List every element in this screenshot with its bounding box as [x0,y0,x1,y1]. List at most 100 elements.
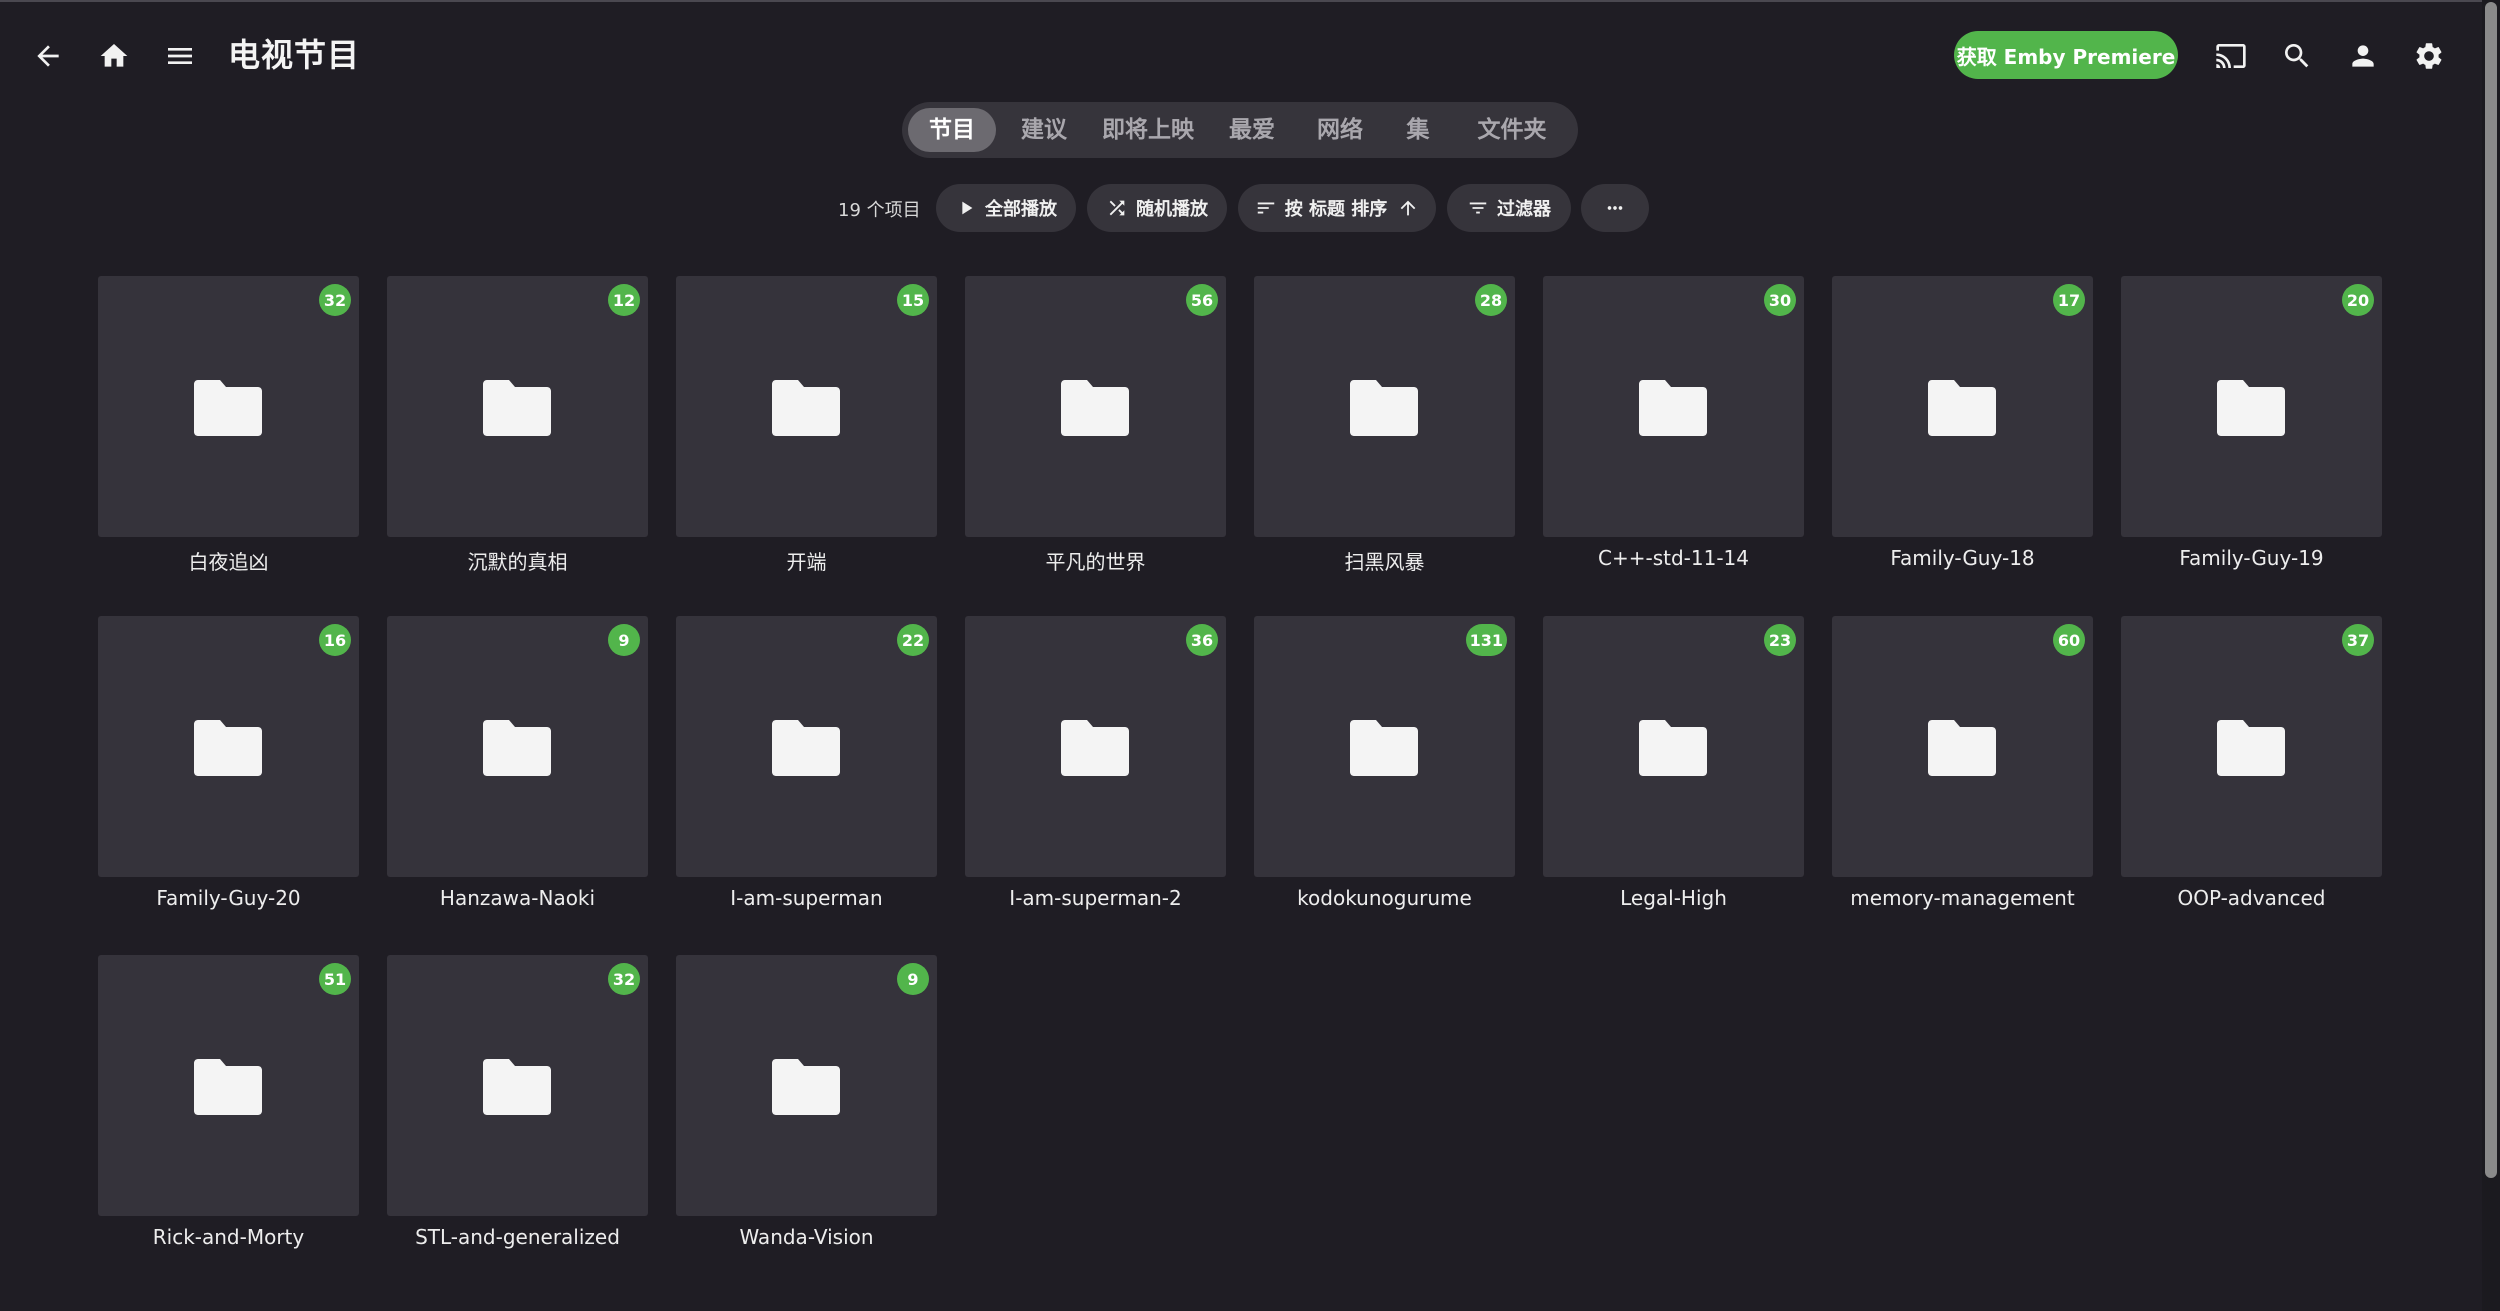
folder-thumbnail[interactable]: 51 [98,955,359,1216]
tab-networks[interactable]: 网络 [1300,108,1380,152]
play-icon [962,201,973,215]
folder-thumbnail[interactable]: 15 [676,276,937,537]
folder-thumbnail[interactable]: 37 [2121,616,2382,877]
folder-icon [772,720,840,776]
unplayed-count-badge: 15 [897,284,929,316]
more-options-button[interactable] [1581,184,1649,232]
unplayed-count-badge: 12 [608,284,640,316]
folder-thumbnail[interactable]: 28 [1254,276,1515,537]
search-button[interactable] [2269,28,2325,84]
back-arrow-icon [37,45,59,67]
unplayed-count-badge: 32 [319,284,351,316]
tab-episodes[interactable]: 集 [1388,108,1448,152]
folder-thumbnail[interactable]: 20 [2121,276,2382,537]
folder-title[interactable]: 白夜追凶 [78,546,379,575]
unplayed-count-badge: 20 [2342,284,2374,316]
folder-title[interactable]: Hanzawa-Naoki [367,886,668,910]
get-premiere-button[interactable]: 获取 Emby Premiere [1954,31,2178,79]
sort-button[interactable]: 按 标题 排序 [1238,184,1436,232]
unplayed-count-badge: 60 [2053,624,2085,656]
folder-thumbnail[interactable]: 23 [1543,616,1804,877]
unplayed-count-badge: 9 [608,624,640,656]
menu-button[interactable] [152,28,208,84]
unplayed-count-badge: 28 [1475,284,1507,316]
folder-thumbnail[interactable]: 16 [98,616,359,877]
item-count: 19 个项目 [838,200,921,221]
folder-title[interactable]: Legal-High [1523,886,1824,910]
folder-title[interactable]: I-am-superman-2 [945,886,1246,910]
filter-label: 过滤器 [1497,199,1551,220]
shuffle-label: 随机播放 [1136,199,1208,220]
folder-icon [2217,720,2285,776]
folder-title[interactable]: 扫黑风暴 [1234,546,1535,575]
more-horizontal-icon [1607,206,1623,210]
folder-icon [194,1059,262,1115]
folder-icon [483,1059,551,1115]
folder-title[interactable]: Family-Guy-20 [78,886,379,910]
folder-title[interactable]: STL-and-generalized [367,1225,668,1249]
cast-button[interactable] [2203,28,2259,84]
folder-thumbnail[interactable]: 12 [387,276,648,537]
folder-thumbnail[interactable]: 56 [965,276,1226,537]
back-button[interactable] [20,28,76,84]
folder-icon [194,720,262,776]
folder-title[interactable]: I-am-superman [656,886,957,910]
folder-thumbnail[interactable]: 30 [1543,276,1804,537]
menu-icon [168,48,192,64]
folder-thumbnail[interactable]: 60 [1832,616,2093,877]
unplayed-count-badge: 17 [2053,284,2085,316]
view-tabs: 节目 建议 即将上映 最爱 网络 集 文件夹 [902,102,1578,158]
tab-shows[interactable]: 节目 [908,108,996,152]
folder-title[interactable]: kodokunogurume [1234,886,1535,910]
play-all-label: 全部播放 [985,199,1057,220]
folder-thumbnail[interactable]: 9 [387,616,648,877]
folder-icon [772,1059,840,1115]
unplayed-count-badge: 32 [608,963,640,995]
folder-thumbnail[interactable]: 32 [98,276,359,537]
tab-folders[interactable]: 文件夹 [1456,108,1568,152]
folder-icon [1350,720,1418,776]
filter-button[interactable]: 过滤器 [1447,184,1571,232]
folder-thumbnail[interactable]: 131 [1254,616,1515,877]
folder-title[interactable]: C++-std-11-14 [1523,546,1824,570]
folder-title[interactable]: 开端 [656,546,957,575]
folder-thumbnail[interactable]: 32 [387,955,648,1216]
folder-thumbnail[interactable]: 36 [965,616,1226,877]
folder-thumbnail[interactable]: 17 [1832,276,2093,537]
folder-title[interactable]: memory-management [1812,886,2113,910]
unplayed-count-badge: 22 [897,624,929,656]
folder-icon [1639,720,1707,776]
unplayed-count-badge: 9 [897,963,929,995]
unplayed-count-badge: 36 [1186,624,1218,656]
folder-title[interactable]: Family-Guy-19 [2101,546,2402,570]
folder-title[interactable]: OOP-advanced [2101,886,2402,910]
scrollbar-thumb[interactable] [2485,2,2497,1178]
user-button[interactable] [2335,28,2391,84]
folder-icon [1350,380,1418,436]
sort-ascending-arrow-icon [1400,200,1416,216]
folder-title[interactable]: Rick-and-Morty [78,1225,379,1249]
folder-title[interactable]: 平凡的世界 [945,546,1246,575]
folder-thumbnail[interactable]: 22 [676,616,937,877]
tab-favorites[interactable]: 最爱 [1212,108,1292,152]
unplayed-count-badge: 37 [2342,624,2374,656]
home-button[interactable] [86,28,142,84]
folder-title[interactable]: 沉默的真相 [367,546,668,575]
folder-icon [1061,380,1129,436]
unplayed-count-badge: 30 [1764,284,1796,316]
settings-button[interactable] [2401,28,2457,84]
sort-icon [1257,202,1274,214]
folder-thumbnail[interactable]: 9 [676,955,937,1216]
settings-icon [2416,43,2442,69]
folder-title[interactable]: Family-Guy-18 [1812,546,2113,570]
folder-icon [194,380,262,436]
tab-upcoming[interactable]: 即将上映 [1092,108,1204,152]
folder-icon [483,380,551,436]
scrollbar[interactable] [2482,0,2500,1311]
folder-icon [1639,380,1707,436]
folder-title[interactable]: Wanda-Vision [656,1225,957,1249]
search-icon [2285,44,2309,68]
play-all-button[interactable]: 全部播放 [936,184,1076,232]
tab-suggestions[interactable]: 建议 [1004,108,1084,152]
shuffle-button[interactable]: 随机播放 [1087,184,1227,232]
